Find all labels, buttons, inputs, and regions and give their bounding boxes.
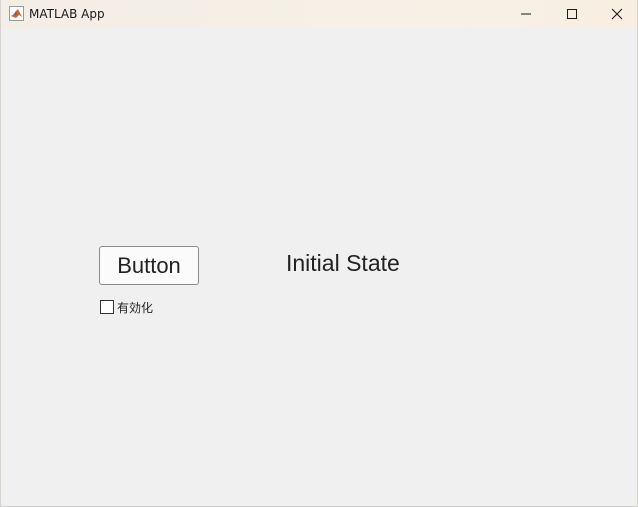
window-title: MATLAB App xyxy=(29,7,105,21)
main-button[interactable]: Button xyxy=(99,246,199,285)
minimize-icon xyxy=(521,13,531,15)
maximize-icon xyxy=(567,9,577,19)
maximize-button[interactable] xyxy=(549,0,595,28)
matlab-icon xyxy=(9,6,24,21)
minimize-button[interactable] xyxy=(503,0,549,28)
close-icon xyxy=(611,8,623,20)
close-button[interactable] xyxy=(594,0,638,28)
app-window: MATLAB App Button Initial State 有効化 xyxy=(0,0,638,507)
state-label: Initial State xyxy=(286,250,400,276)
checkbox-label[interactable]: 有効化 xyxy=(117,299,153,316)
title-bar[interactable]: MATLAB App xyxy=(1,0,637,28)
checkbox-box[interactable] xyxy=(100,300,114,314)
